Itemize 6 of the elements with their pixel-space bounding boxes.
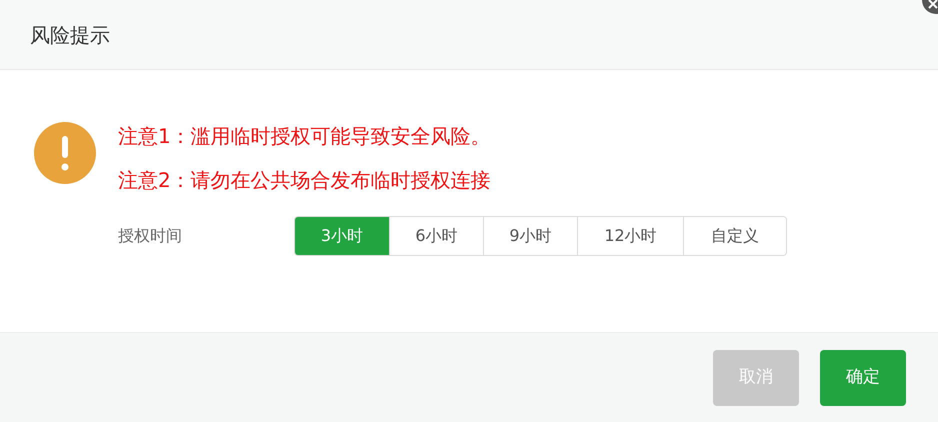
warning-text: 注意1：滥用临时授权可能导致安全风险。 xyxy=(118,123,492,150)
warning-text: 注意2：请勿在公共场合发布临时授权连接 xyxy=(118,167,492,194)
warning-icon xyxy=(34,122,96,184)
duration-option[interactable]: 自定义 xyxy=(683,217,786,255)
duration-label: 授权时间 xyxy=(118,225,183,247)
dialog-title: 风险提示 xyxy=(30,22,110,48)
